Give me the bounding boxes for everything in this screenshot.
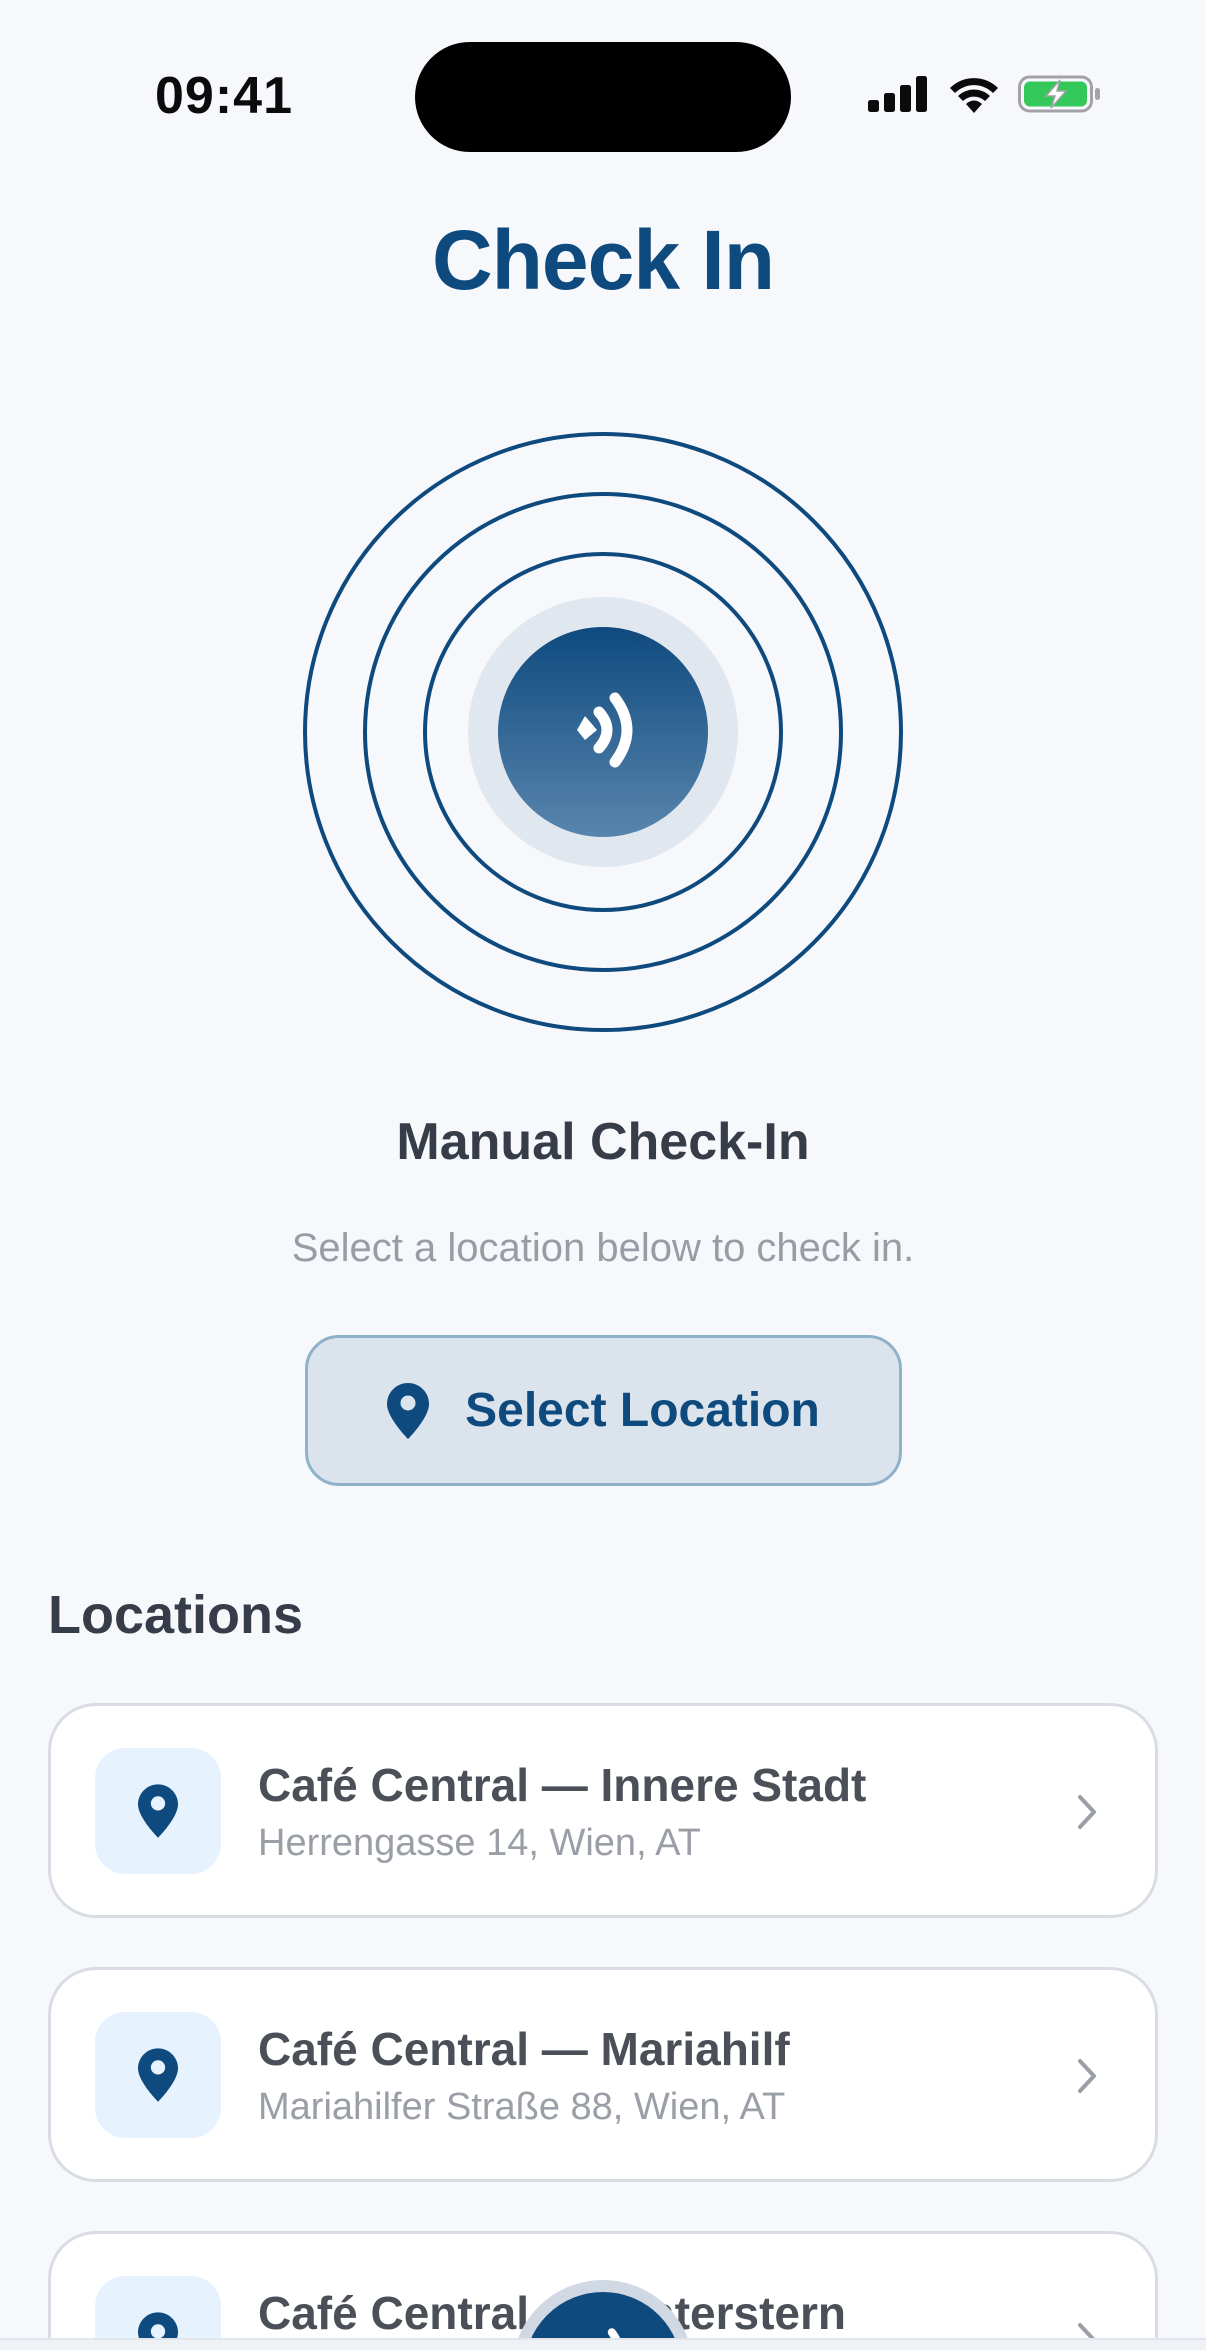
status-bar: 09:41: [0, 0, 1206, 152]
nfc-contactless-icon: [577, 692, 633, 768]
manual-checkin-heading: Manual Check-In: [396, 1113, 810, 1171]
chevron-right-icon: [1078, 2059, 1096, 2093]
location-card[interactable]: Café Central — Mariahilf Mariahilfer Str…: [48, 1967, 1158, 2182]
location-name: Café Central — Innere Stadt: [258, 1759, 867, 1811]
nfc-scanner[interactable]: [303, 432, 903, 1032]
location-address: Herrengasse 14, Wien, AT: [258, 1822, 701, 1864]
map-pin-icon: [138, 1784, 178, 1838]
tab-bar-edge: [0, 2338, 1206, 2350]
chevron-right-icon: [1078, 1795, 1096, 1829]
manual-checkin-subtitle: Select a location below to check in.: [291, 1226, 915, 1270]
location-address: Mariahilfer Straße 88, Wien, AT: [258, 2086, 786, 2128]
map-pin-icon: [138, 2048, 178, 2102]
location-icon-box: [95, 2012, 221, 2138]
wifi-icon: [950, 78, 998, 113]
location-name: Café Central — Mariahilf: [258, 2023, 790, 2075]
select-location-label: Select Location: [465, 1384, 820, 1437]
cellular-signal-icon: [868, 76, 927, 112]
status-icons: [868, 74, 1102, 114]
location-icon-box: [95, 1748, 221, 1874]
status-time: 09:41: [155, 67, 293, 125]
select-location-button[interactable]: Select Location: [305, 1335, 902, 1486]
nfc-scan-button[interactable]: [498, 627, 708, 837]
dynamic-island: [415, 42, 791, 152]
map-pin-icon: [387, 1382, 430, 1439]
locations-heading: Locations: [48, 1585, 304, 1645]
page-title: Check In: [431, 213, 775, 307]
battery-charging-icon: [1018, 75, 1100, 113]
location-card[interactable]: Café Central — Innere Stadt Herrengasse …: [48, 1703, 1158, 1918]
